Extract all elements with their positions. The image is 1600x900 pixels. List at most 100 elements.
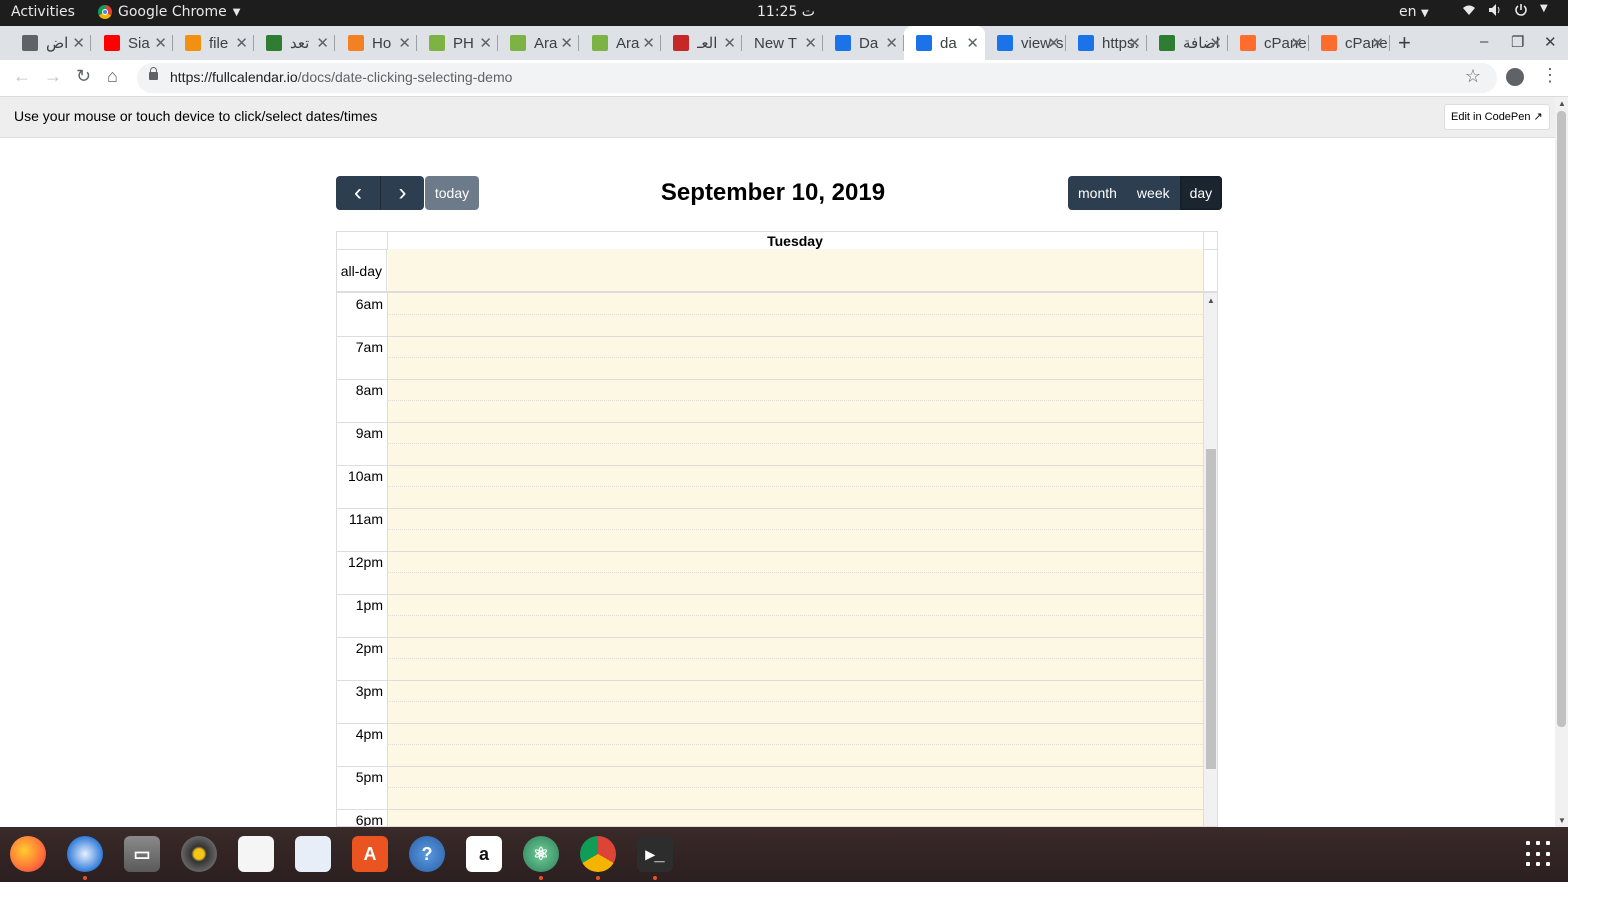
- forward-arrow-icon[interactable]: →: [44, 66, 62, 87]
- header-gutter: [1203, 232, 1217, 249]
- show-applications-icon[interactable]: [1526, 841, 1552, 867]
- reload-icon[interactable]: ↻: [76, 66, 91, 87]
- address-bar[interactable]: https://fullcalendar.io/docs/date-clicki…: [137, 63, 1497, 93]
- close-tab-icon[interactable]: ✕: [1209, 34, 1222, 52]
- edit-in-codepen-button[interactable]: Edit in CodePen ↗: [1444, 104, 1550, 130]
- input-language[interactable]: en ▼: [1399, 4, 1429, 20]
- menu-kebab-icon[interactable]: ⋮: [1541, 65, 1559, 86]
- browser-tab[interactable]: Da ✕: [823, 26, 904, 60]
- browser-tab[interactable]: العـ ✕: [661, 26, 742, 60]
- time-slot-row[interactable]: 3pm: [337, 680, 1203, 723]
- close-tab-icon[interactable]: ✕: [398, 34, 411, 52]
- calendar-scrollbar[interactable]: ▲: [1203, 293, 1217, 826]
- libreoffice-writer-icon[interactable]: [295, 836, 331, 872]
- new-tab-plus-icon[interactable]: +: [1398, 30, 1411, 56]
- month-view-button[interactable]: month: [1068, 176, 1127, 210]
- close-tab-icon[interactable]: ✕: [560, 34, 573, 52]
- browser-tab[interactable]: Ara ✕: [498, 26, 579, 60]
- minimize-icon[interactable]: –: [1480, 33, 1488, 50]
- close-tab-icon[interactable]: ✕: [642, 34, 655, 52]
- libreoffice-impress-icon[interactable]: [238, 836, 274, 872]
- time-slot-row[interactable]: 4pm: [337, 723, 1203, 766]
- calendar-scrollbar-thumb[interactable]: [1206, 449, 1216, 769]
- time-slot-row[interactable]: 5pm: [337, 766, 1203, 809]
- browser-tab[interactable]: https: ✕: [1066, 26, 1147, 60]
- account-icon[interactable]: [1506, 68, 1524, 86]
- allday-row: all-day: [337, 249, 1217, 291]
- close-tab-icon[interactable]: ✕: [723, 34, 736, 52]
- browser-tab[interactable]: اضافة ✕: [1147, 26, 1228, 60]
- thunderbird-icon[interactable]: [67, 836, 103, 880]
- time-label: 4pm: [355, 726, 383, 742]
- close-tab-icon[interactable]: ✕: [804, 34, 817, 52]
- browser-tab[interactable]: da ✕: [904, 26, 985, 60]
- page-scrollbar[interactable]: ▲ ▼: [1555, 97, 1568, 827]
- app-menu-label: Google Chrome: [118, 4, 227, 20]
- url-text[interactable]: https://fullcalendar.io/docs/date-clicki…: [170, 69, 512, 85]
- browser-tab[interactable]: view-s ✕: [985, 26, 1066, 60]
- app-menu[interactable]: Google Chrome ▼: [98, 4, 240, 20]
- close-tab-icon[interactable]: ✕: [479, 34, 492, 52]
- close-tab-icon[interactable]: ✕: [1290, 34, 1303, 52]
- browser-tab[interactable]: Ho ✕: [336, 26, 417, 60]
- time-slot-row[interactable]: 1pm: [337, 594, 1203, 637]
- browser-tab[interactable]: تعد ✕: [254, 26, 335, 60]
- time-slot-row[interactable]: 9am: [337, 422, 1203, 465]
- today-button[interactable]: today: [425, 176, 479, 210]
- close-tab-icon[interactable]: ✕: [885, 34, 898, 52]
- browser-tab[interactable]: Sia ✕: [92, 26, 173, 60]
- browser-tab[interactable]: New T ✕: [742, 26, 823, 60]
- amazon-icon[interactable]: a: [466, 836, 502, 872]
- browser-tab[interactable]: اض ✕: [10, 26, 91, 60]
- back-arrow-icon[interactable]: ←: [13, 66, 31, 87]
- close-tab-icon[interactable]: ✕: [72, 34, 85, 52]
- close-tab-icon[interactable]: ✕: [966, 34, 979, 52]
- day-view-button[interactable]: day: [1179, 176, 1223, 210]
- atom-icon[interactable]: ⚛: [523, 836, 559, 880]
- close-tab-icon[interactable]: ✕: [154, 34, 167, 52]
- time-slot-row[interactable]: 6am: [337, 293, 1203, 336]
- activities-button[interactable]: Activities: [11, 4, 75, 20]
- week-view-button[interactable]: week: [1126, 176, 1180, 210]
- close-tab-icon[interactable]: ✕: [1047, 34, 1060, 52]
- close-tab-icon[interactable]: ✕: [1371, 34, 1384, 52]
- firefox-icon[interactable]: [10, 836, 46, 872]
- slot-line: [337, 422, 1203, 423]
- scroll-down-arrow-icon[interactable]: ▼: [1558, 816, 1566, 825]
- prev-button[interactable]: ‹: [336, 176, 380, 210]
- half-hour-line: [388, 787, 1203, 788]
- allday-cell[interactable]: [388, 249, 1203, 291]
- browser-tab[interactable]: PH ✕: [417, 26, 498, 60]
- files-icon[interactable]: ▭: [124, 836, 160, 872]
- time-slot-row[interactable]: 10am: [337, 465, 1203, 508]
- help-icon[interactable]: ?: [409, 836, 445, 872]
- system-tray[interactable]: ▼: [1462, 3, 1548, 21]
- time-slot-row[interactable]: 12pm: [337, 551, 1203, 594]
- browser-tab[interactable]: cPane ✕: [1309, 26, 1390, 60]
- time-slot-row[interactable]: 6pm: [337, 809, 1203, 826]
- software-center-icon[interactable]: A: [352, 836, 388, 872]
- slot-line: [337, 637, 1203, 638]
- bookmark-star-icon[interactable]: ☆: [1465, 66, 1481, 87]
- time-slot-row[interactable]: 2pm: [337, 637, 1203, 680]
- terminal-icon[interactable]: ▸_: [637, 836, 673, 880]
- close-tab-icon[interactable]: ✕: [316, 34, 329, 52]
- time-slot-row[interactable]: 11am: [337, 508, 1203, 551]
- scroll-up-arrow-icon[interactable]: ▲: [1207, 296, 1215, 305]
- home-icon[interactable]: ⌂: [107, 66, 118, 87]
- close-window-icon[interactable]: ✕: [1544, 33, 1557, 51]
- page-scrollbar-thumb[interactable]: [1557, 111, 1566, 727]
- next-button[interactable]: ›: [380, 176, 424, 210]
- restore-icon[interactable]: ❐: [1511, 33, 1524, 51]
- browser-tab[interactable]: Ara ✕: [580, 26, 661, 60]
- close-tab-icon[interactable]: ✕: [1128, 34, 1141, 52]
- close-tab-icon[interactable]: ✕: [235, 34, 248, 52]
- scroll-up-arrow-icon[interactable]: ▲: [1558, 99, 1566, 108]
- browser-tab[interactable]: cPane ✕: [1228, 26, 1309, 60]
- time-slot-row[interactable]: 8am: [337, 379, 1203, 422]
- time-slot-row[interactable]: 7am: [337, 336, 1203, 379]
- chrome-icon[interactable]: [580, 836, 616, 880]
- rhythmbox-icon[interactable]: [181, 836, 217, 872]
- clock[interactable]: 11:25 ت: [757, 4, 815, 20]
- browser-tab[interactable]: file ✕: [173, 26, 254, 60]
